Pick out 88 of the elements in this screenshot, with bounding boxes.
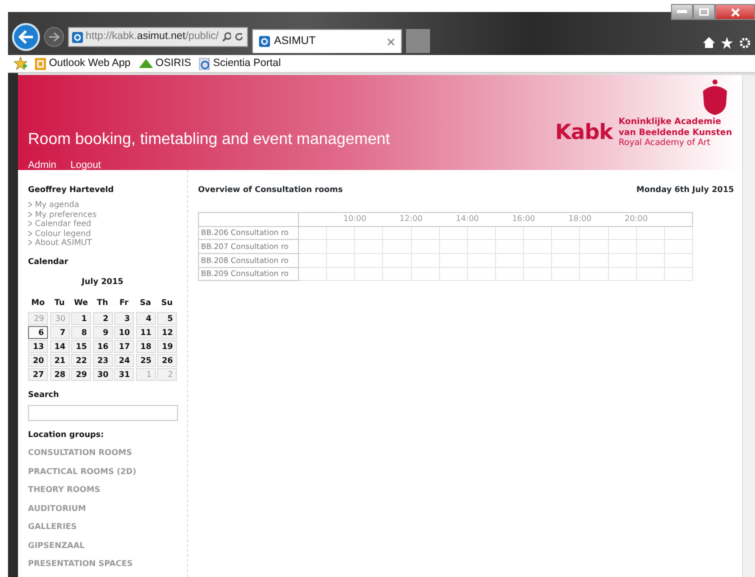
time-label: 18:00 — [568, 214, 592, 224]
favorite-link[interactable]: Outlook Web App — [35, 56, 131, 72]
calendar-day[interactable]: 24 — [114, 354, 134, 366]
settings-icon[interactable] — [739, 37, 751, 49]
weekday-label: Tu — [53, 296, 66, 308]
minimize-icon — [677, 10, 687, 14]
calendar-day[interactable]: 4 — [136, 312, 156, 324]
calendar-day[interactable]: 25 — [136, 354, 156, 366]
favorite-link[interactable]: Scientia Portal — [199, 56, 281, 72]
section-heading: Calendar — [28, 256, 70, 268]
arrow-right-icon — [48, 32, 60, 42]
calendar-day[interactable]: 17 — [114, 340, 134, 352]
sidebar-link[interactable]: About ASIMUT — [28, 238, 177, 248]
calendar-day[interactable]: 9 — [92, 326, 112, 338]
sidebar-link[interactable]: My agenda — [28, 200, 177, 210]
sidebar-link[interactable]: My preferences — [28, 210, 177, 219]
weekday-label: Su — [160, 296, 174, 308]
calendar-day[interactable]: 31 — [114, 368, 134, 380]
header-link[interactable]: Logout — [70, 158, 101, 173]
weekday-label: Fr — [118, 296, 130, 308]
calendar-day[interactable]: 28 — [50, 368, 70, 380]
pyramid-icon — [138, 59, 153, 68]
site-icon — [259, 36, 270, 47]
home-icon[interactable] — [703, 37, 715, 48]
search-field[interactable] — [28, 404, 178, 420]
calendar-day[interactable]: 30 — [92, 368, 112, 380]
calendar-day[interactable]: 8 — [71, 326, 91, 338]
vertical-scrollbar[interactable] — [742, 75, 755, 577]
url-text: http://kabk.asimut.net/public/ — [86, 29, 219, 44]
mail-icon — [35, 58, 46, 70]
arrow-left-icon — [18, 30, 34, 44]
calendar-day[interactable]: 2 — [92, 312, 112, 324]
weekday-label: Th — [96, 296, 110, 308]
page-title: Room booking, timetabling and event management — [28, 130, 390, 150]
user-name: Geoffrey Harteveld — [28, 184, 115, 196]
calendar-day[interactable]: 16 — [92, 340, 112, 352]
sidebar-link[interactable]: Colour legend — [28, 228, 177, 238]
calendar-day[interactable]: 19 — [157, 340, 177, 352]
time-label: 12:00 — [400, 214, 423, 224]
time-label: 16:00 — [512, 214, 536, 224]
calendar-day[interactable]: 20 — [28, 354, 48, 366]
maximize-icon — [699, 8, 709, 16]
time-label: 20:00 — [624, 214, 648, 224]
address-bar[interactable]: http://kabk.asimut.net/public/ — [68, 27, 248, 47]
browser-tab[interactable]: ASIMUT — [252, 29, 402, 53]
weekday-label: We — [73, 296, 89, 308]
back-button[interactable] — [12, 23, 40, 51]
minimize-button[interactable] — [671, 4, 693, 20]
calendar-day[interactable]: 23 — [92, 354, 112, 366]
calendar-day[interactable]: 3 — [114, 312, 134, 324]
site-icon — [72, 32, 83, 42]
section-heading: Search — [28, 388, 60, 400]
calendar-day[interactable]: 18 — [136, 340, 156, 352]
maximize-button[interactable] — [693, 4, 715, 20]
overview-title: Overview of Consultation rooms — [198, 184, 343, 196]
section-heading: Location groups: — [28, 428, 105, 440]
calendar-day[interactable]: 13 — [28, 340, 48, 352]
time-label: 14:00 — [456, 214, 479, 224]
date-label: Monday 6th July 2015 — [636, 184, 734, 196]
calendar-day[interactable]: 11 — [136, 326, 156, 338]
forward-button[interactable] — [44, 27, 64, 47]
favorites-star-icon[interactable] — [14, 57, 27, 70]
calendar-day[interactable]: 26 — [157, 354, 177, 366]
calendar-month: July 2015 — [80, 276, 124, 288]
time-label: 10:00 — [343, 214, 366, 224]
page-icon — [199, 58, 210, 70]
sidebar-link[interactable]: Calendar feed — [28, 219, 177, 228]
weekday-label: Mo — [30, 296, 46, 308]
calendar-day[interactable]: 27 — [28, 368, 48, 380]
favorites-star-icon[interactable] — [721, 37, 733, 49]
calendar-day[interactable]: 5 — [157, 312, 177, 324]
calendar-day[interactable]: 14 — [50, 340, 70, 352]
refresh-icon[interactable] — [234, 32, 244, 42]
calendar-day[interactable]: 1 — [71, 312, 91, 324]
close-icon — [730, 8, 740, 16]
favorite-link[interactable]: OSIRIS — [138, 56, 192, 72]
calendar-day[interactable]: 12 — [157, 326, 177, 338]
calendar-day[interactable]: 7 — [50, 326, 70, 338]
calendar-day[interactable]: 15 — [71, 340, 91, 352]
calendar-day[interactable]: 6 — [28, 326, 48, 338]
header-link[interactable]: Admin — [28, 158, 56, 173]
calendar-day[interactable]: 29 — [71, 368, 91, 380]
calendar-day[interactable]: 22 — [71, 354, 91, 366]
calendar-day[interactable]: 21 — [50, 354, 70, 366]
close-button[interactable] — [715, 4, 755, 20]
search-icon[interactable] — [222, 32, 232, 42]
weekday-label: Sa — [138, 296, 152, 308]
calendar-day[interactable]: 10 — [114, 326, 134, 338]
